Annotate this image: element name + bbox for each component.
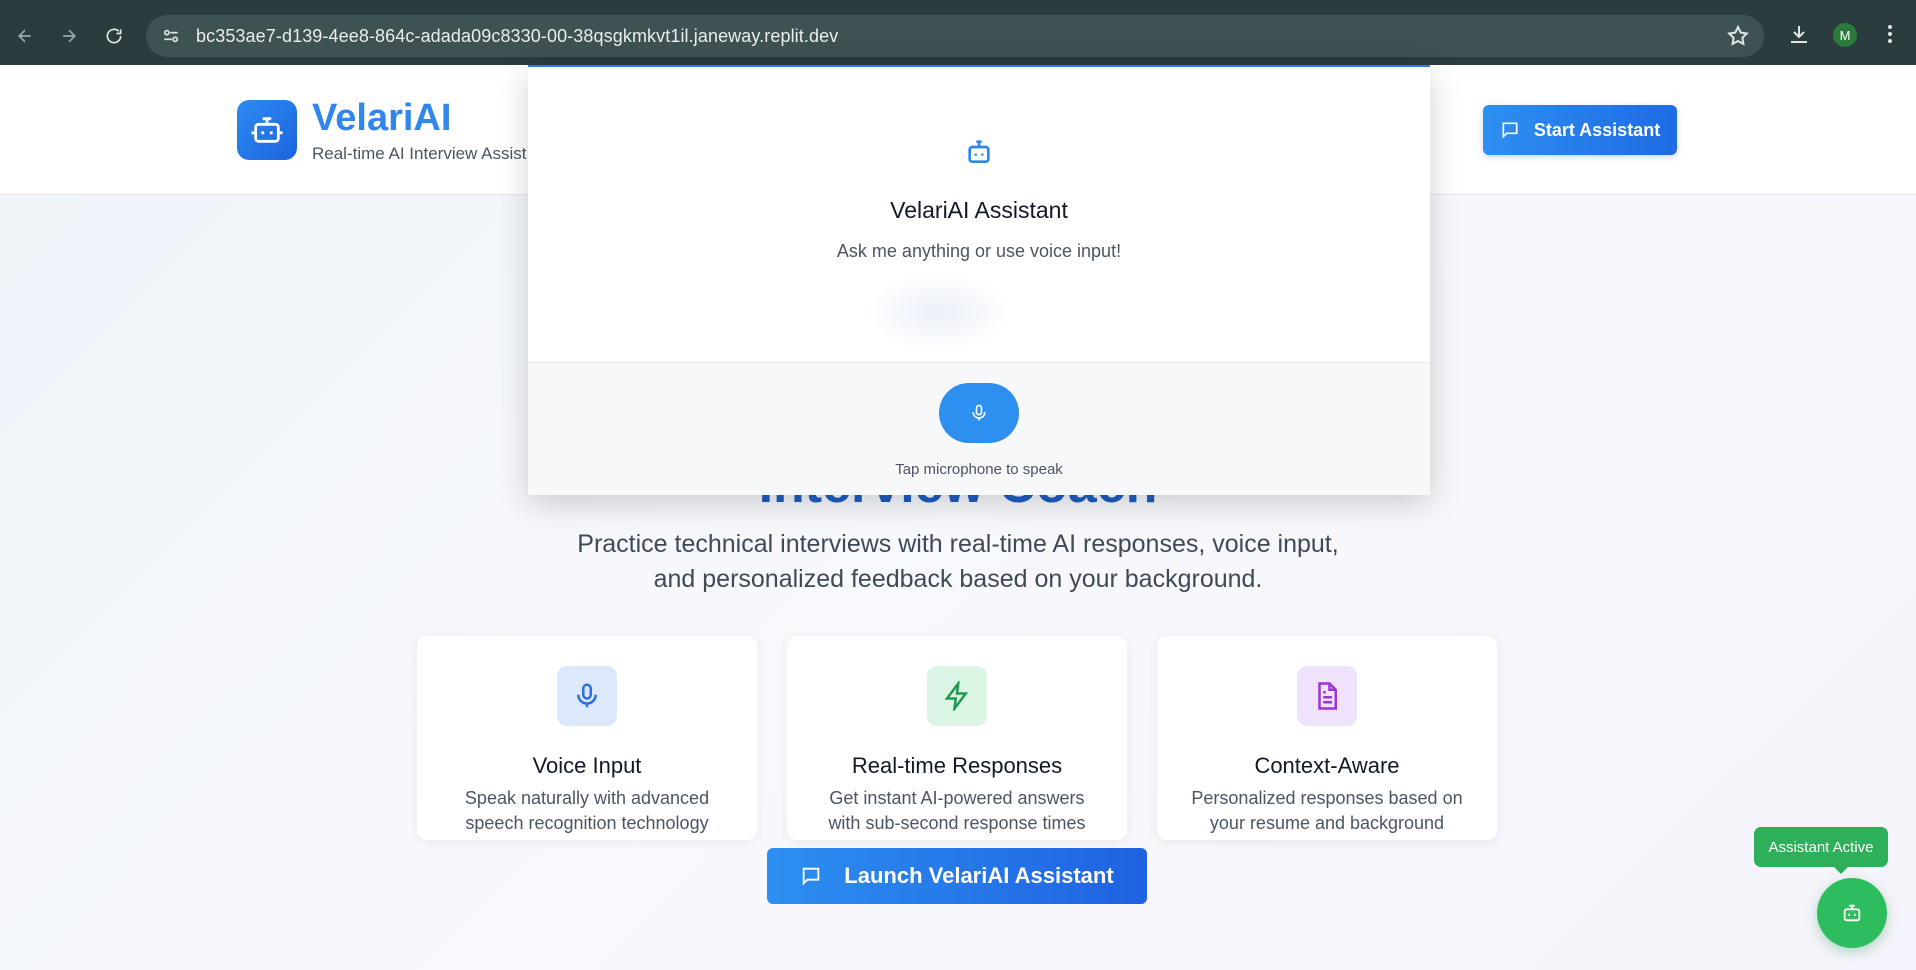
address-bar[interactable]: bc353ae7-d139-4ee8-864c-adada09c8330-00-… bbox=[146, 15, 1764, 57]
feature-title: Context-Aware bbox=[1254, 753, 1400, 778]
assistant-title: VelariAI Assistant bbox=[890, 197, 1068, 223]
robot-icon bbox=[963, 135, 995, 167]
feature-description: Speak naturally with advanced speech rec… bbox=[464, 788, 710, 833]
feature-title: Real-time Responses bbox=[851, 753, 1063, 778]
url-text: bc353ae7-d139-4ee8-864c-adada09c8330-00-… bbox=[196, 25, 839, 46]
feature-description: Get instant AI-powered answers with sub-… bbox=[828, 788, 1086, 833]
feature-description: Personalized responses based on your res… bbox=[1191, 788, 1463, 833]
brand-tagline: Real-time AI Interview Assist bbox=[312, 144, 527, 163]
logo[interactable] bbox=[237, 100, 297, 160]
bookmark-star-icon[interactable] bbox=[1726, 24, 1750, 48]
microphone-button[interactable] bbox=[939, 383, 1019, 443]
profile-avatar[interactable]: M bbox=[1833, 23, 1857, 47]
launch-assistant-button[interactable]: Launch VelariAI Assistant bbox=[767, 848, 1147, 904]
forward-icon[interactable] bbox=[55, 22, 83, 50]
site-settings-icon[interactable] bbox=[160, 25, 182, 47]
feature-card-realtime: Real-time Responses Get instant AI-power… bbox=[787, 636, 1127, 840]
document-icon bbox=[1297, 666, 1357, 726]
start-assistant-label: Start Assistant bbox=[1533, 119, 1661, 140]
brand-name: VelariAI bbox=[312, 97, 452, 139]
zap-icon bbox=[927, 666, 987, 726]
chat-icon bbox=[803, 867, 820, 886]
mic-icon bbox=[557, 666, 617, 726]
reload-icon[interactable] bbox=[100, 22, 128, 50]
start-assistant-button[interactable]: Start Assistant bbox=[1483, 105, 1677, 155]
feature-title: Voice Input bbox=[532, 753, 642, 778]
feature-card-context: Context-Aware Personalized responses bas… bbox=[1157, 636, 1497, 840]
assistant-panel: VelariAI Assistant Ask me anything or us… bbox=[528, 65, 1430, 495]
robot-icon bbox=[1843, 904, 1861, 922]
assistant-status-badge: Assistant Active bbox=[1754, 827, 1888, 874]
assistant-subtitle: Ask me anything or use voice input! bbox=[836, 241, 1122, 261]
back-icon[interactable] bbox=[11, 22, 39, 50]
assistant-panel-body: VelariAI Assistant Ask me anything or us… bbox=[528, 67, 1430, 363]
feature-card-voice: Voice Input Speak naturally with advance… bbox=[417, 636, 757, 840]
launch-assistant-label: Launch VelariAI Assistant bbox=[844, 863, 1114, 888]
chat-icon bbox=[1502, 122, 1518, 139]
mic-hint: Tap microphone to speak bbox=[895, 461, 1063, 478]
mic-icon bbox=[972, 404, 986, 421]
browser-toolbar: bc353ae7-d139-4ee8-864c-adada09c8330-00-… bbox=[0, 0, 1916, 65]
robot-icon bbox=[251, 117, 283, 143]
hero-description: Practice technical interviews with real-… bbox=[577, 530, 1339, 593]
assistant-panel-footer: Tap microphone to speak bbox=[528, 363, 1430, 495]
download-icon[interactable] bbox=[1787, 22, 1811, 51]
assistant-fab-button[interactable] bbox=[1817, 878, 1887, 948]
listening-glow bbox=[863, 272, 1013, 352]
menu-kebab-icon[interactable] bbox=[1878, 22, 1902, 51]
